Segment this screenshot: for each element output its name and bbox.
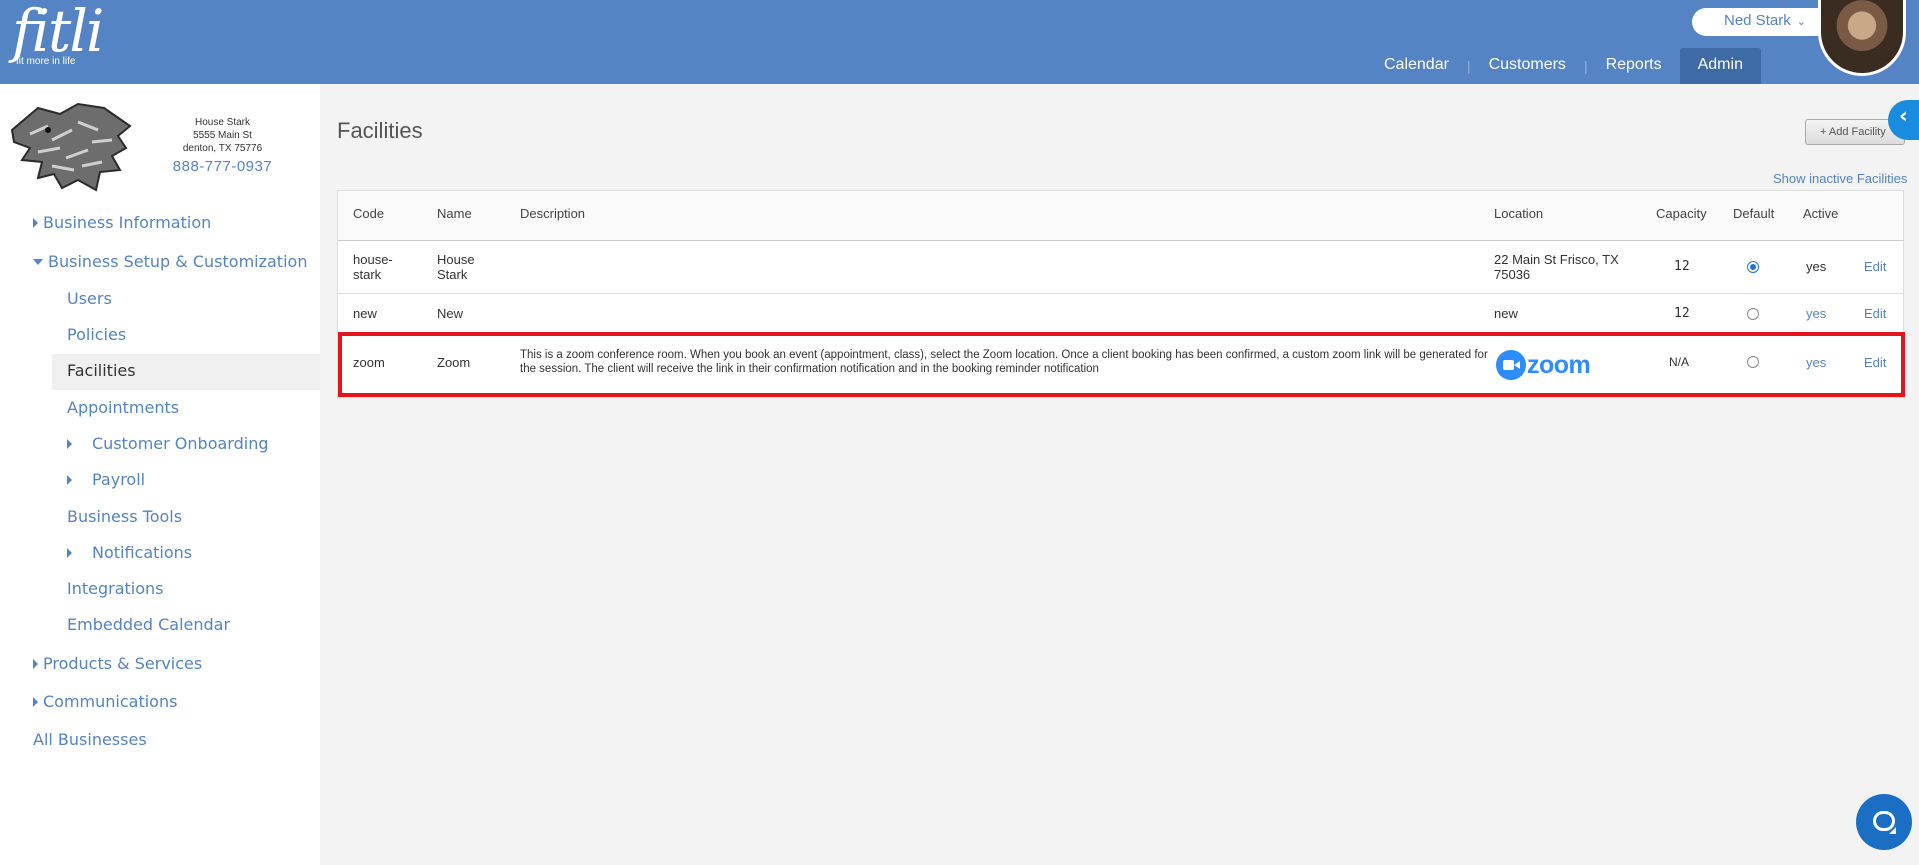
sidebar-item-integrations[interactable]: Integrations (67, 579, 164, 598)
chat-button[interactable] (1856, 794, 1912, 850)
sidebar-item-business-setup[interactable]: Business Setup & Customization (33, 252, 307, 271)
logo-wordmark: fitli (12, 0, 104, 65)
zoom-wordmark: zoom (1527, 350, 1591, 379)
nav-customers[interactable]: Customers (1471, 48, 1584, 84)
cell-capacity: 12 (1674, 259, 1690, 274)
sidebar-item-label: Payroll (92, 470, 146, 489)
sidebar-item-payroll[interactable]: Payroll (67, 470, 145, 489)
sidebar-item-appointments[interactable]: Appointments (67, 398, 179, 417)
business-name: House Stark (194, 117, 251, 128)
sidebar-item-label: Notifications (92, 543, 193, 562)
cell-name: House Stark (437, 252, 475, 282)
cell-location: new (1494, 306, 1518, 321)
default-radio[interactable] (1747, 261, 1759, 273)
sidebar-item-customer-onboarding[interactable]: Customer Onboarding (67, 434, 268, 453)
sidebar-item-embedded-calendar[interactable]: Embedded Calendar (67, 615, 230, 634)
table-row: new New new 12 yes Edit (338, 294, 1903, 333)
table-row: house-stark House Stark 22 Main St Frisc… (338, 241, 1903, 294)
sidebar-item-label: Business Setup & Customization (48, 252, 308, 271)
cell-active[interactable]: yes (1806, 355, 1826, 370)
main-nav: Calendar | Customers | Reports Admin (1366, 48, 1761, 84)
show-inactive-link[interactable]: Show inactive Facilities (1773, 171, 1907, 186)
default-radio[interactable] (1747, 308, 1759, 320)
facilities-table: Code Name Description Location Capacity … (337, 190, 1904, 398)
nav-reports[interactable]: Reports (1588, 48, 1680, 84)
sidebar-item-notifications[interactable]: Notifications (67, 543, 192, 562)
cell-capacity: N/A (1669, 355, 1690, 369)
expand-arrow-icon (33, 217, 38, 228)
cell-active[interactable]: yes (1806, 306, 1826, 321)
sidebar-item-all-businesses[interactable]: All Businesses (33, 730, 147, 749)
cell-location: 22 Main St Frisco, TX 75036 (1494, 252, 1619, 282)
column-header-capacity[interactable]: Capacity (1656, 206, 1707, 221)
column-header-name[interactable]: Name (437, 206, 472, 221)
cell-description: This is a zoom conference room. When you… (520, 349, 1488, 375)
user-name: Ned Stark (1724, 12, 1791, 29)
business-city: denton, TX 75776 (182, 143, 263, 154)
sidebar-item-business-tools[interactable]: Business Tools (67, 507, 182, 526)
expand-arrow-icon (67, 438, 72, 449)
sidebar-item-label: Communications (43, 692, 178, 711)
collapse-arrow-icon (33, 258, 43, 265)
column-header-default[interactable]: Default (1733, 206, 1774, 221)
expand-arrow-icon (67, 474, 72, 485)
cell-active: yes (1806, 259, 1827, 274)
edit-link[interactable]: Edit (1864, 355, 1886, 370)
sidebar-item-products-services[interactable]: Products & Services (33, 654, 202, 673)
sidebar-item-label: Business Information (43, 213, 212, 232)
nav-admin[interactable]: Admin (1679, 48, 1761, 84)
cell-code: new (353, 306, 377, 321)
sidebar-item-business-information[interactable]: Business Information (33, 213, 211, 232)
sidebar-item-policies[interactable]: Policies (67, 325, 126, 344)
cell-name: New (437, 306, 464, 321)
sidebar-item-facilities[interactable]: Facilities (67, 361, 136, 380)
chat-icon-tail (1889, 827, 1896, 834)
page-title: Facilities (337, 118, 423, 143)
cell-code: zoom (353, 355, 385, 370)
default-radio[interactable] (1747, 356, 1759, 368)
zoom-logo: zoom (1496, 350, 1591, 380)
direwolf-sigil-icon (10, 102, 132, 192)
edit-link[interactable]: Edit (1864, 259, 1886, 274)
avatar[interactable] (1818, 0, 1906, 76)
fitli-logo[interactable]: fitli fit more in life (12, 0, 104, 67)
business-phone[interactable]: 888-777-0937 (150, 158, 295, 175)
top-header: fitli fit more in life Ned Stark ⌄ Calend… (0, 0, 1919, 84)
column-header-description[interactable]: Description (520, 206, 585, 221)
cell-code: house-stark (353, 252, 393, 282)
table-row: zoom Zoom This is a zoom conference room… (338, 333, 1903, 398)
sidebar-item-label: Customer Onboarding (92, 434, 269, 453)
table-header: Code Name Description Location Capacity … (338, 191, 1903, 241)
chevron-down-icon: ⌄ (1796, 16, 1806, 28)
column-header-active[interactable]: Active (1803, 206, 1838, 221)
sidebar-item-users[interactable]: Users (67, 289, 112, 308)
chevron-left-icon: ‹ (1899, 104, 1909, 129)
edit-link[interactable]: Edit (1864, 306, 1886, 321)
cell-name: Zoom (437, 355, 471, 370)
expand-arrow-icon (33, 658, 38, 669)
zoom-camera-icon (1496, 350, 1526, 380)
expand-arrow-icon (33, 696, 38, 707)
column-header-code[interactable]: Code (353, 206, 384, 221)
business-address: House Stark 5555 Main St denton, TX 7577… (150, 116, 295, 155)
nav-calendar[interactable]: Calendar (1366, 48, 1467, 84)
cell-capacity: 12 (1674, 306, 1690, 321)
expand-arrow-icon (67, 547, 72, 558)
column-header-location[interactable]: Location (1494, 206, 1543, 221)
sidebar-item-communications[interactable]: Communications (33, 692, 177, 711)
business-street: 5555 Main St (193, 130, 252, 141)
sidebar-item-label: Products & Services (43, 654, 203, 673)
